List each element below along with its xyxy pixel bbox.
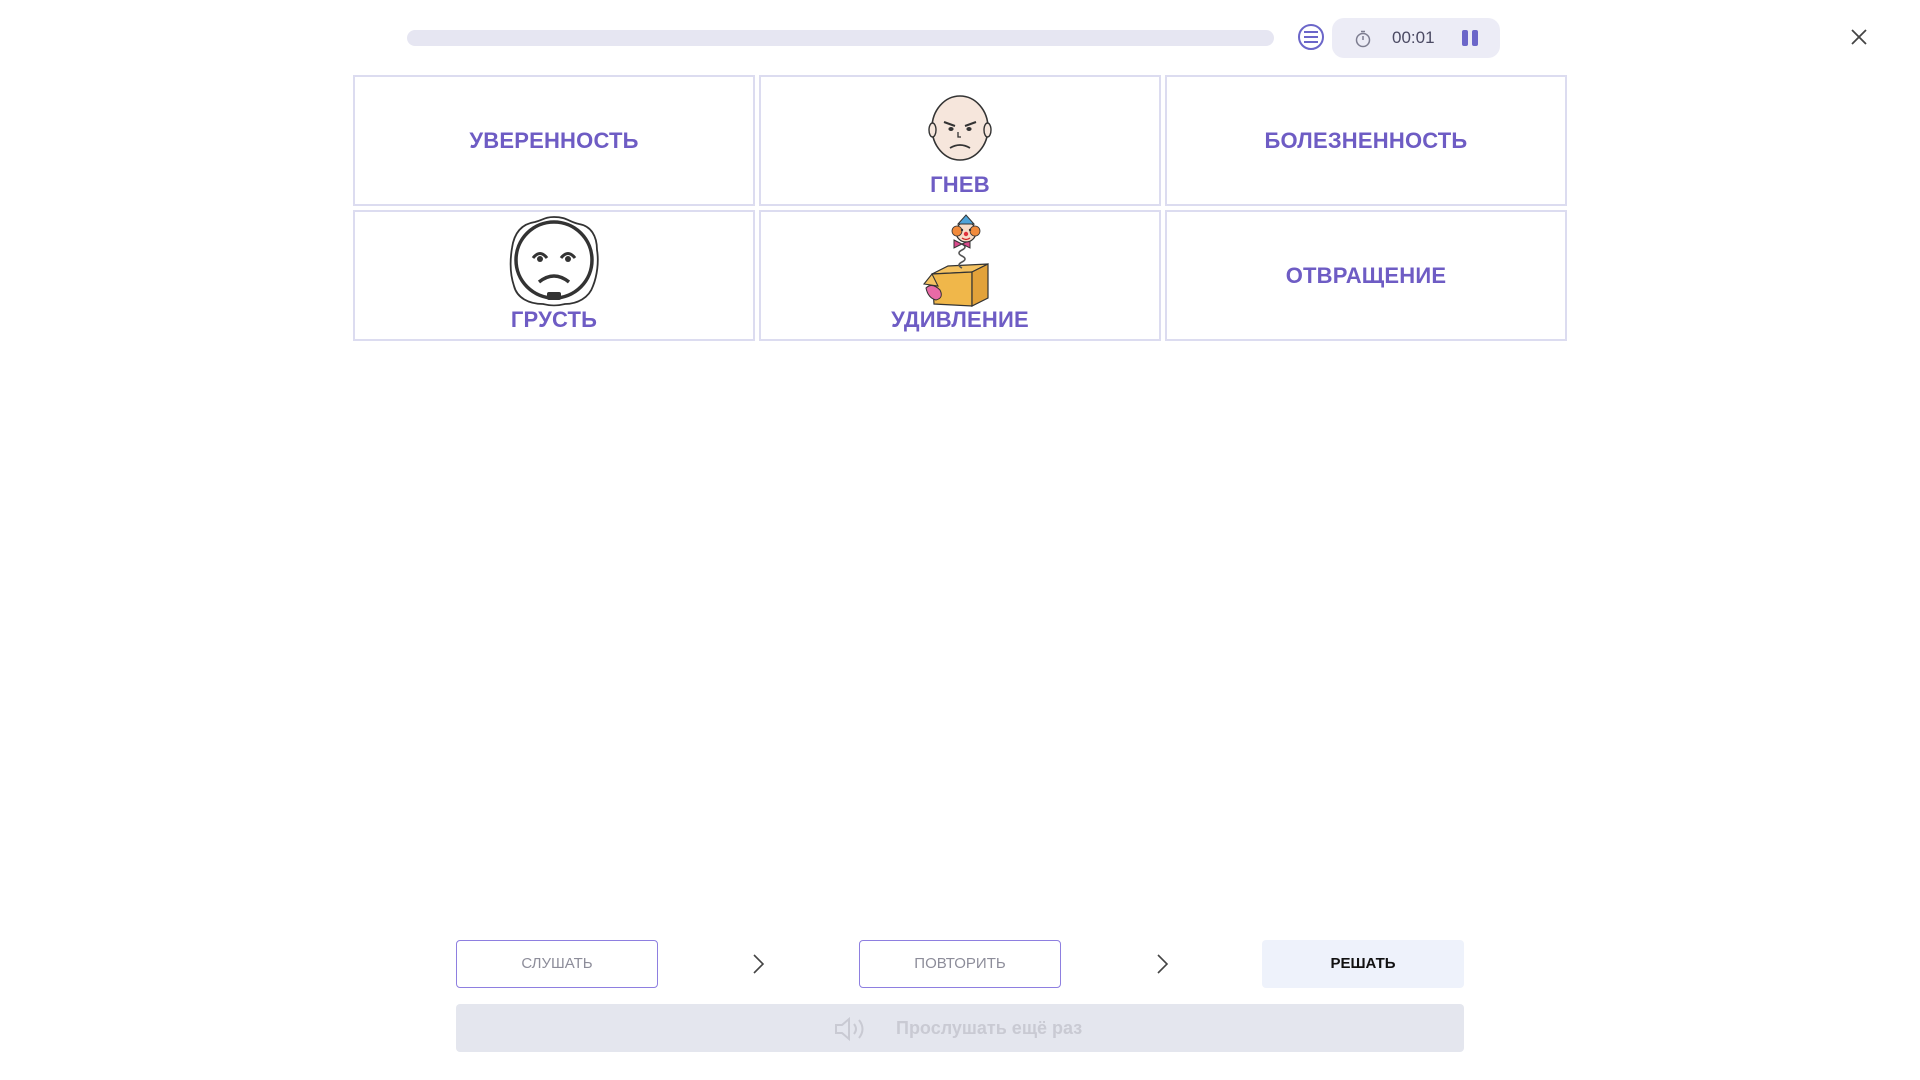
answer-card[interactable]: ГРУСТЬ (353, 210, 755, 341)
card-label: УДИВЛЕНИЕ (891, 307, 1029, 332)
angry-face-icon (928, 94, 992, 161)
stopwatch-icon (1355, 30, 1371, 48)
solve-button[interactable]: РЕШАТЬ (1262, 940, 1464, 988)
listen-button[interactable]: СЛУШАТЬ (456, 940, 658, 988)
card-label: ГРУСТЬ (510, 307, 598, 332)
jack-in-the-box-icon (922, 214, 989, 307)
list-icon (1304, 31, 1318, 43)
card-label: ОТВРАЩЕНИЕ (1285, 262, 1447, 288)
answer-card[interactable]: УДИВЛЕНИЕ (759, 210, 1161, 341)
card-label: УВЕРЕННОСТЬ (469, 127, 639, 153)
exercise-screen: 00:01 УВЕРЕННОСТЬ ГНЕВ БОЛЕЗНЕННОСТЬ ГРУ… (0, 0, 1920, 1080)
card-label: ГНЕВ (930, 172, 990, 197)
answer-card[interactable]: УВЕРЕННОСТЬ (353, 75, 755, 206)
answer-card[interactable]: БОЛЕЗНЕННОСТЬ (1165, 75, 1567, 206)
answer-grid: УВЕРЕННОСТЬ ГНЕВ БОЛЕЗНЕННОСТЬ ГРУСТЬ УД… (353, 75, 1567, 342)
chevron-right-icon (1157, 954, 1169, 974)
timer-value: 00:01 (1392, 28, 1435, 47)
answer-card[interactable]: ОТВРАЩЕНИЕ (1165, 210, 1567, 341)
sad-face-icon (509, 216, 599, 307)
pause-icon (1462, 30, 1468, 46)
speaker-icon (835, 1016, 864, 1042)
timer: 00:01 (1332, 18, 1500, 58)
card-label: БОЛЕЗНЕННОСТЬ (1264, 127, 1468, 153)
chevron-right-icon (753, 954, 765, 974)
pause-button[interactable] (1458, 28, 1482, 50)
task-list-button[interactable] (1298, 24, 1324, 50)
pause-icon (1472, 30, 1478, 46)
progress-bar (407, 30, 1274, 46)
listen-again-button[interactable]: Прослушать ещё раз (456, 1004, 1464, 1052)
answer-card[interactable]: ГНЕВ (759, 75, 1161, 206)
repeat-button[interactable]: ПОВТОРИТЬ (859, 940, 1061, 988)
listen-again-label: Прослушать ещё раз (896, 1018, 1083, 1038)
close-icon[interactable] (1846, 24, 1872, 50)
